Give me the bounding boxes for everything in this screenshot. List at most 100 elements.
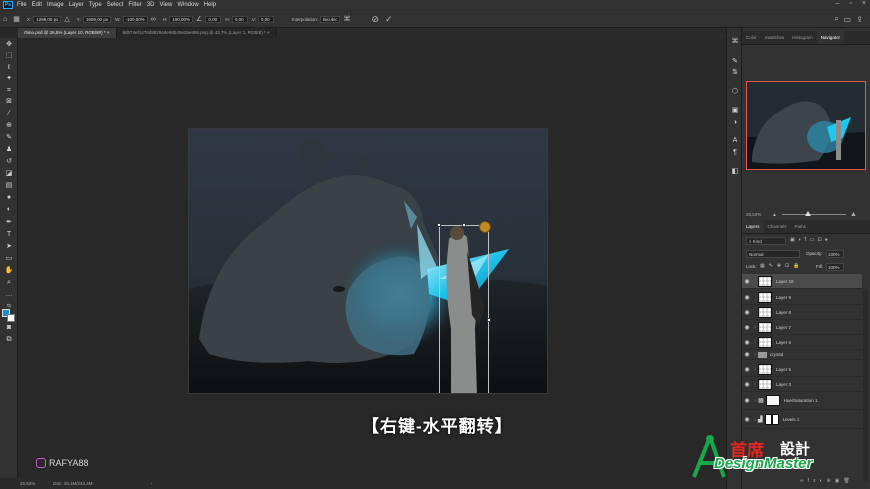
shape-tool-icon[interactable]: ▭ — [4, 255, 14, 263]
healing-tool-icon[interactable]: ⊕ — [4, 122, 14, 130]
blend-mode-select[interactable]: Normal — [746, 250, 800, 258]
zoom-slider-track[interactable] — [782, 214, 846, 215]
pen-tool-icon[interactable]: ✒ — [4, 219, 14, 227]
history-panel-icon[interactable]: ⌘ — [730, 38, 740, 46]
move-tool-icon[interactable]: ✥ — [4, 41, 14, 49]
tab-paths[interactable]: Paths — [791, 220, 811, 233]
adjustments-panel-icon[interactable]: ⇅ — [730, 69, 740, 77]
background-color-swatch[interactable] — [7, 314, 15, 322]
close-tab-icon[interactable]: × — [267, 30, 270, 35]
visibility-eye-icon[interactable]: ◉ — [742, 294, 752, 301]
close-tab-icon[interactable]: × — [107, 30, 110, 35]
visibility-eye-icon[interactable]: ◉ — [742, 381, 752, 388]
visibility-eye-icon[interactable]: ◉ — [742, 278, 752, 285]
menu-image[interactable]: Image — [47, 2, 64, 8]
workspace-icon[interactable]: ▭ — [843, 15, 851, 24]
menu-layer[interactable]: Layer — [69, 2, 84, 8]
transform-handle[interactable] — [487, 318, 491, 322]
menu-3d[interactable]: 3D — [147, 2, 155, 8]
document-canvas[interactable] — [188, 128, 548, 394]
eyedropper-tool-icon[interactable]: ⁄ — [4, 110, 14, 118]
stamp-tool-icon[interactable]: ♟ — [4, 146, 14, 154]
lasso-tool-icon[interactable]: ℓ — [4, 64, 14, 72]
screen-mode-icon[interactable]: ⧉ — [4, 336, 14, 344]
width-field[interactable]: -100,00% — [122, 15, 148, 23]
marquee-tool-icon[interactable]: ⬚ — [4, 52, 14, 60]
zoom-slider-thumb[interactable] — [805, 211, 811, 216]
brush-settings-icon[interactable]: ✎ — [730, 58, 740, 66]
layer-row[interactable]: ◉ ↓ Layer 7 — [742, 320, 862, 335]
menu-view[interactable]: View — [159, 2, 172, 8]
zoom-out-icon[interactable]: ▲ — [772, 212, 777, 218]
layer-kind-filter[interactable]: ⌕ Kind — [746, 237, 786, 245]
adjustment-layer-row[interactable]: ◉ ↓ ▦ Hue/Saturation 1 — [742, 392, 862, 410]
relative-position-icon[interactable]: △ — [64, 15, 69, 23]
type-tool-icon[interactable]: T — [4, 231, 14, 239]
blur-tool-icon[interactable]: ● — [4, 194, 14, 202]
more-tools-icon[interactable]: … — [4, 291, 14, 299]
menu-filter[interactable]: Filter — [128, 2, 141, 8]
gradient-tool-icon[interactable]: ▤ — [4, 182, 14, 190]
visibility-eye-icon[interactable]: ◉ — [742, 324, 752, 331]
warp-icon[interactable]: ⌘ — [343, 15, 350, 23]
frame-tool-icon[interactable]: ⊠ — [4, 98, 14, 106]
hand-tool-icon[interactable]: ✋ — [4, 267, 14, 275]
transform-handle[interactable] — [462, 223, 466, 227]
dodge-tool-icon[interactable]: ◐ — [4, 206, 14, 214]
visibility-eye-icon[interactable]: ◉ — [742, 416, 752, 423]
swatches-panel-icon[interactable]: ◧ — [730, 168, 740, 176]
share-icon[interactable]: ⇪ — [856, 15, 863, 24]
menu-select[interactable]: Select — [107, 2, 124, 8]
quick-mask-icon[interactable]: ◙ — [4, 324, 14, 332]
tab-png[interactable]: 8d574ef1476d88294de98b40e25e958.png @ 43… — [116, 28, 277, 38]
eraser-tool-icon[interactable]: ◪ — [4, 170, 14, 178]
minimize-icon[interactable]: – — [836, 0, 840, 7]
tab-rhino[interactable]: rhino.psd @ 26,5% (Layer 10, RGB/8#) * × — [18, 28, 117, 38]
transform-bounding-box[interactable] — [439, 225, 489, 393]
commit-transform-icon[interactable]: ✓ — [385, 14, 393, 25]
layer-row[interactable]: ◉ ↓ Layer 3 — [742, 377, 862, 392]
x-position-field[interactable]: 1298,00 px — [33, 15, 62, 23]
crop-tool-icon[interactable]: ⌗ — [4, 87, 14, 95]
cancel-transform-icon[interactable]: ⊘ — [371, 14, 379, 25]
visibility-eye-icon[interactable]: ◉ — [742, 397, 752, 404]
libraries-panel-icon[interactable]: ▣ — [730, 107, 740, 115]
status-arrow-icon[interactable]: › — [151, 481, 153, 486]
history-brush-icon[interactable]: ↺ — [4, 158, 14, 166]
magic-wand-tool-icon[interactable]: ✦ — [4, 75, 14, 83]
height-field[interactable]: 100,00% — [169, 15, 194, 23]
lock-icons[interactable]: ▦✎✥⊡🔒 — [760, 263, 804, 269]
character-panel-icon[interactable]: A — [730, 137, 740, 145]
status-zoom[interactable]: 26,53% — [20, 481, 35, 486]
tab-swatches[interactable]: Swatches — [761, 31, 789, 44]
zoom-in-icon[interactable]: ▲ — [850, 211, 857, 218]
opacity-field[interactable]: 100% — [826, 250, 844, 258]
link-icon[interactable]: ∞ — [151, 16, 156, 23]
tab-navigator[interactable]: Navigator — [816, 31, 845, 44]
brush-tool-icon[interactable]: ✎ — [4, 134, 14, 142]
layer-row[interactable]: ◉ ↓ Layer 5 — [742, 362, 862, 377]
paragraph-panel-icon[interactable]: ¶ — [730, 149, 740, 157]
search-icon[interactable]: ⌕ — [835, 14, 839, 24]
tab-channels[interactable]: Channels — [764, 220, 791, 233]
menu-file[interactable]: File — [17, 2, 27, 8]
tab-histogram[interactable]: Histogram — [788, 31, 817, 44]
fill-field[interactable]: 100% — [826, 263, 844, 271]
navigator-preview[interactable] — [746, 81, 866, 170]
layer-group-row[interactable]: ◉ › crystal — [742, 350, 862, 360]
visibility-eye-icon[interactable]: ◉ — [742, 366, 752, 373]
menu-edit[interactable]: Edit — [32, 2, 42, 8]
visibility-eye-icon[interactable]: ◉ — [742, 351, 752, 358]
3d-panel-icon[interactable]: ⬡ — [730, 88, 740, 96]
home-icon[interactable]: ⌂ — [3, 16, 7, 23]
layer-row[interactable]: ◉ Layer 10 — [742, 274, 862, 289]
path-select-tool-icon[interactable]: ➤ — [4, 243, 14, 251]
angle-field[interactable]: 0,00 — [205, 15, 222, 23]
zoom-tool-icon[interactable]: ⌕ — [4, 279, 14, 287]
visibility-eye-icon[interactable]: ◉ — [742, 339, 752, 346]
layer-filter-icons[interactable]: ▣◑T▭⊡● — [790, 237, 831, 243]
navigator-zoom-value[interactable]: 26,53% — [746, 212, 761, 217]
menu-window[interactable]: Window — [177, 2, 198, 8]
tab-color[interactable]: Color — [742, 31, 761, 44]
reference-point-icon[interactable]: ▦ — [13, 15, 20, 23]
